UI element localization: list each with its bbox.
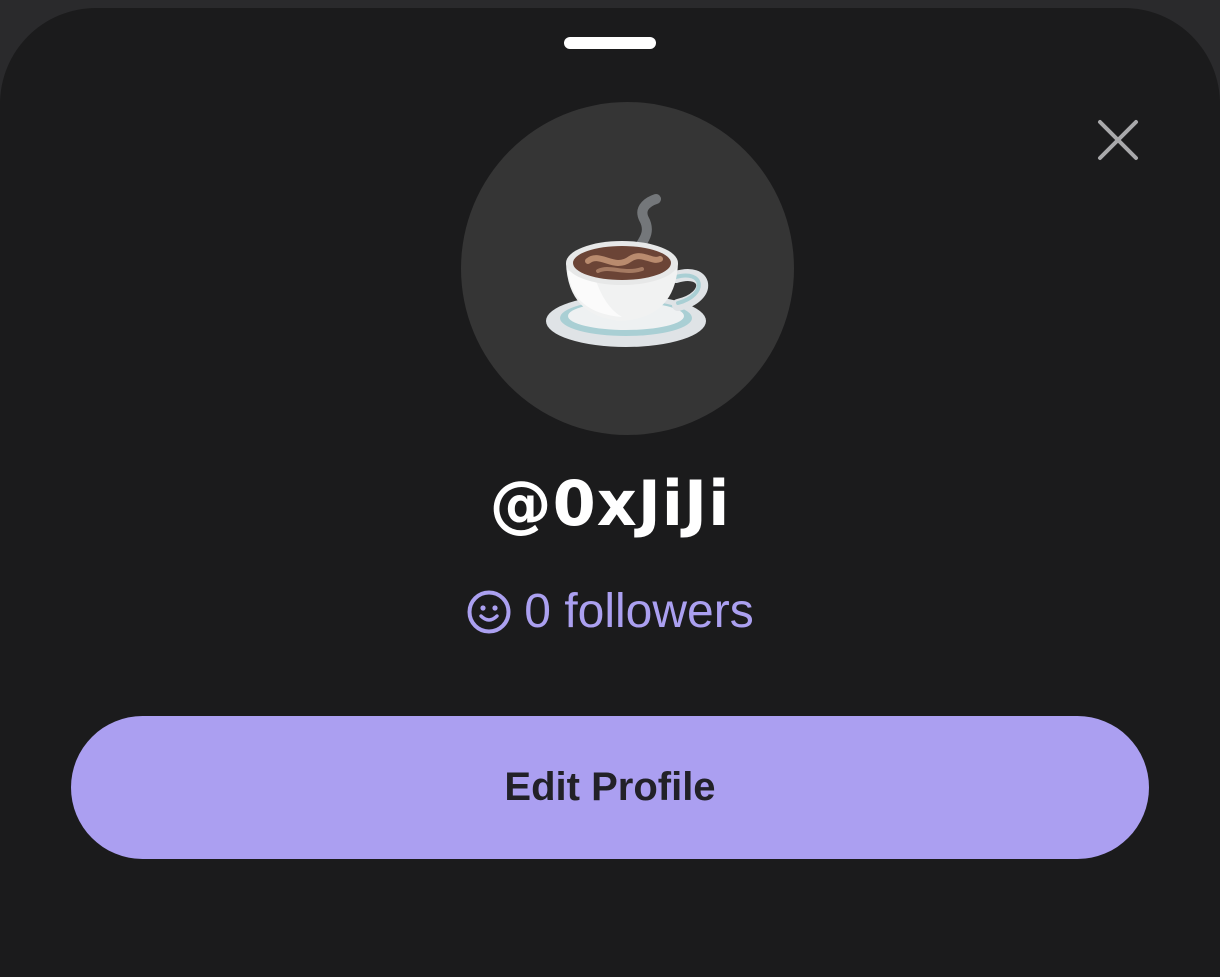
username: @0xJiJi [489, 467, 731, 540]
smiley-icon [466, 589, 512, 635]
followers-count: 0 followers [524, 585, 754, 638]
profile-bottom-sheet: @0xJiJi 0 followers Edit Profile [0, 8, 1220, 977]
followers-link[interactable]: 0 followers [0, 582, 1220, 642]
drag-handle[interactable] [564, 37, 656, 49]
edit-profile-button[interactable]: Edit Profile [71, 716, 1149, 859]
close-button[interactable] [1090, 112, 1146, 168]
close-icon [1098, 120, 1138, 160]
coffee-cup-icon [545, 193, 708, 347]
avatar[interactable] [461, 102, 794, 435]
